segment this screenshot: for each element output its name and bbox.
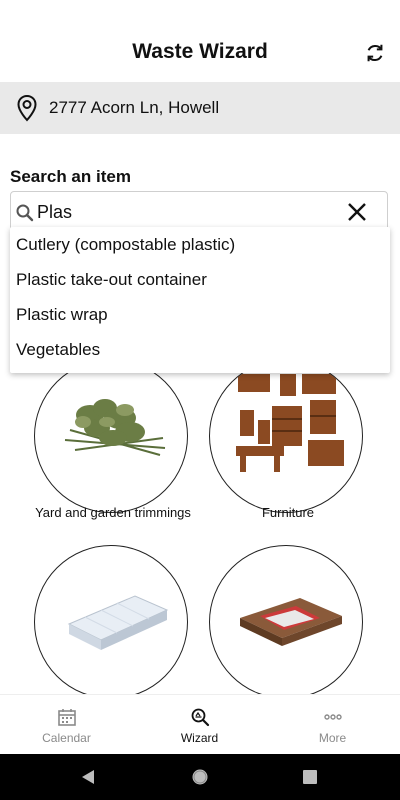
nav-calendar[interactable]: Calendar (0, 695, 133, 755)
search-label: Search an item (10, 167, 131, 186)
back-icon[interactable] (80, 769, 96, 785)
search-input[interactable] (37, 200, 337, 224)
more-dots-icon (324, 714, 342, 720)
nav-label: More (318, 731, 347, 745)
system-nav-bar (0, 754, 400, 800)
page-title: Waste Wizard (132, 40, 268, 63)
home-icon[interactable] (191, 768, 209, 786)
close-icon[interactable] (347, 202, 367, 222)
nav-more[interactable]: More (266, 695, 399, 755)
wizard-search-icon (191, 708, 210, 727)
suggestion-item[interactable]: Vegetables (16, 340, 100, 360)
yard-trimmings-image (34, 359, 188, 513)
furniture-image (209, 359, 363, 513)
recents-icon[interactable] (302, 769, 318, 785)
app-header: Waste Wizard (0, 0, 400, 83)
calendar-icon (58, 709, 76, 726)
suggestion-dropdown: Cutlery (compostable plastic) Plastic ta… (10, 227, 390, 373)
address-text: 2777 Acorn Ln, Howell (49, 98, 220, 117)
wood-pallets-image (209, 545, 363, 699)
nav-label: Wizard (180, 731, 219, 745)
location-pin-icon (17, 94, 37, 122)
refresh-icon[interactable] (364, 42, 386, 64)
category-label: Furniture (261, 505, 315, 520)
bottom-nav: Calendar Wizard More (0, 694, 400, 755)
search-icon (16, 204, 34, 222)
nav-label: Calendar (42, 731, 91, 745)
address-bar[interactable]: 2777 Acorn Ln, Howell (0, 82, 400, 134)
suggestion-item[interactable]: Plastic wrap (16, 305, 108, 325)
nav-wizard[interactable]: Wizard (133, 695, 266, 755)
suggestion-item[interactable]: Cutlery (compostable plastic) (16, 235, 235, 255)
category-label: Yard and garden trimmings (35, 505, 191, 520)
suggestion-item[interactable]: Plastic take-out container (16, 270, 207, 290)
mattress-image (34, 545, 188, 699)
